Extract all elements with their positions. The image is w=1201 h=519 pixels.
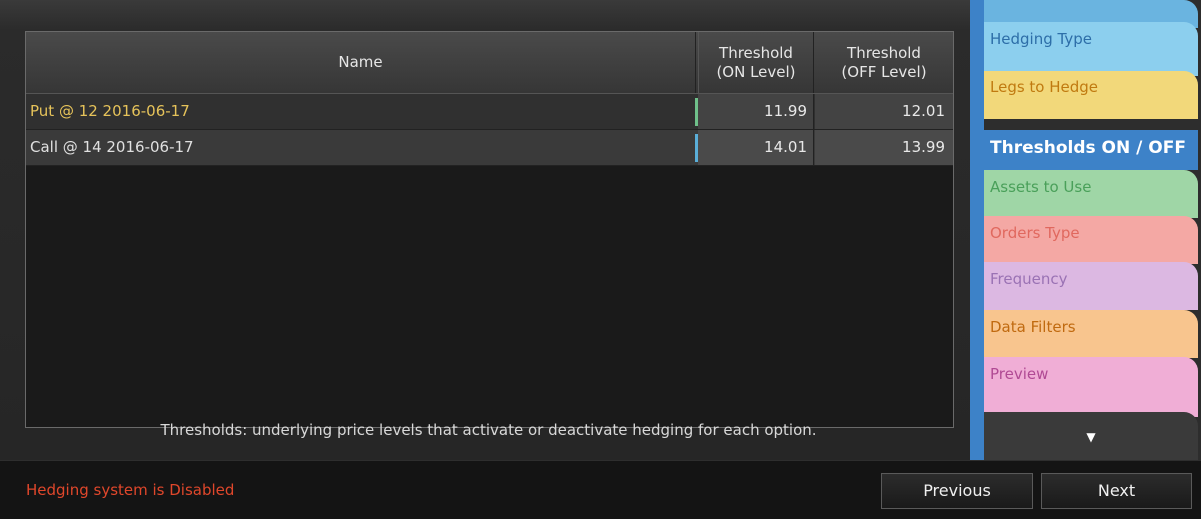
table-row[interactable]: Call @ 14 2016-06-17 14.01 13.99	[26, 130, 953, 166]
tab-legs-to-hedge-label: Legs to Hedge	[990, 78, 1099, 96]
more-tabs-button[interactable]: ▼	[984, 412, 1198, 460]
tab-legs-to-hedge[interactable]: Legs to Hedge	[984, 71, 1198, 119]
table-header: Name Threshold (ON Level) Threshold (OFF…	[26, 32, 953, 94]
tab-assets-to-use[interactable]: Assets to Use	[984, 170, 1198, 218]
column-header-threshold-on-line1: Threshold	[719, 43, 793, 62]
row-name: Call @ 14 2016-06-17	[30, 138, 194, 156]
tab-data-filters-label: Data Filters	[990, 318, 1076, 336]
column-header-name-label: Name	[338, 53, 383, 71]
tab-data-filters[interactable]: Data Filters	[984, 310, 1198, 358]
table-row[interactable]: Put @ 12 2016-06-17 11.99 12.01	[26, 94, 953, 130]
tab-orders-type[interactable]: Orders Type	[984, 216, 1198, 264]
column-header-threshold-off-line2: (OFF Level)	[841, 62, 927, 81]
tab-frequency[interactable]: Frequency	[984, 262, 1198, 310]
threshold-on-cell[interactable]: 14.01	[698, 130, 814, 165]
tab-assets-to-use-label: Assets to Use	[990, 178, 1092, 196]
help-caption: Thresholds: underlying price levels that…	[160, 421, 817, 439]
tab-thresholds-label: Thresholds ON / OFF	[990, 138, 1186, 158]
tab-preview[interactable]: Preview	[984, 357, 1198, 417]
footer-bar: Hedging system is Disabled Previous Next	[0, 460, 1201, 519]
threshold-on-cell[interactable]: 11.99	[698, 94, 814, 129]
active-step-bar	[970, 0, 984, 460]
main-panel: Name Threshold (ON Level) Threshold (OFF…	[0, 0, 970, 460]
next-button[interactable]: Next	[1041, 473, 1192, 509]
column-header-threshold-on-line2: (ON Level)	[716, 62, 796, 81]
status-text: Hedging system is Disabled	[26, 481, 235, 499]
threshold-off-cell[interactable]: 12.01	[815, 94, 953, 129]
tab-frequency-label: Frequency	[990, 270, 1068, 288]
thresholds-table: Name Threshold (ON Level) Threshold (OFF…	[25, 31, 954, 428]
row-name: Put @ 12 2016-06-17	[30, 102, 190, 120]
chevron-down-icon: ▼	[1086, 430, 1096, 444]
tab-preview-label: Preview	[990, 365, 1049, 383]
column-header-threshold-off-line1: Threshold	[847, 43, 921, 62]
tab-hedging-type[interactable]: Hedging Type	[984, 22, 1198, 76]
previous-button[interactable]: Previous	[881, 473, 1033, 509]
column-header-threshold-on[interactable]: Threshold (ON Level)	[698, 32, 814, 93]
tab-thresholds[interactable]: Thresholds ON / OFF	[984, 130, 1198, 170]
column-header-name[interactable]: Name	[26, 32, 696, 93]
column-header-threshold-off[interactable]: Threshold (OFF Level)	[815, 32, 953, 93]
tab-hedging-type-label: Hedging Type	[990, 30, 1092, 48]
threshold-off-cell[interactable]: 13.99	[815, 130, 953, 165]
tab-orders-type-label: Orders Type	[990, 224, 1080, 242]
wizard-steps-sidebar: Hedging Type Legs to Hedge Thresholds ON…	[970, 0, 1201, 460]
